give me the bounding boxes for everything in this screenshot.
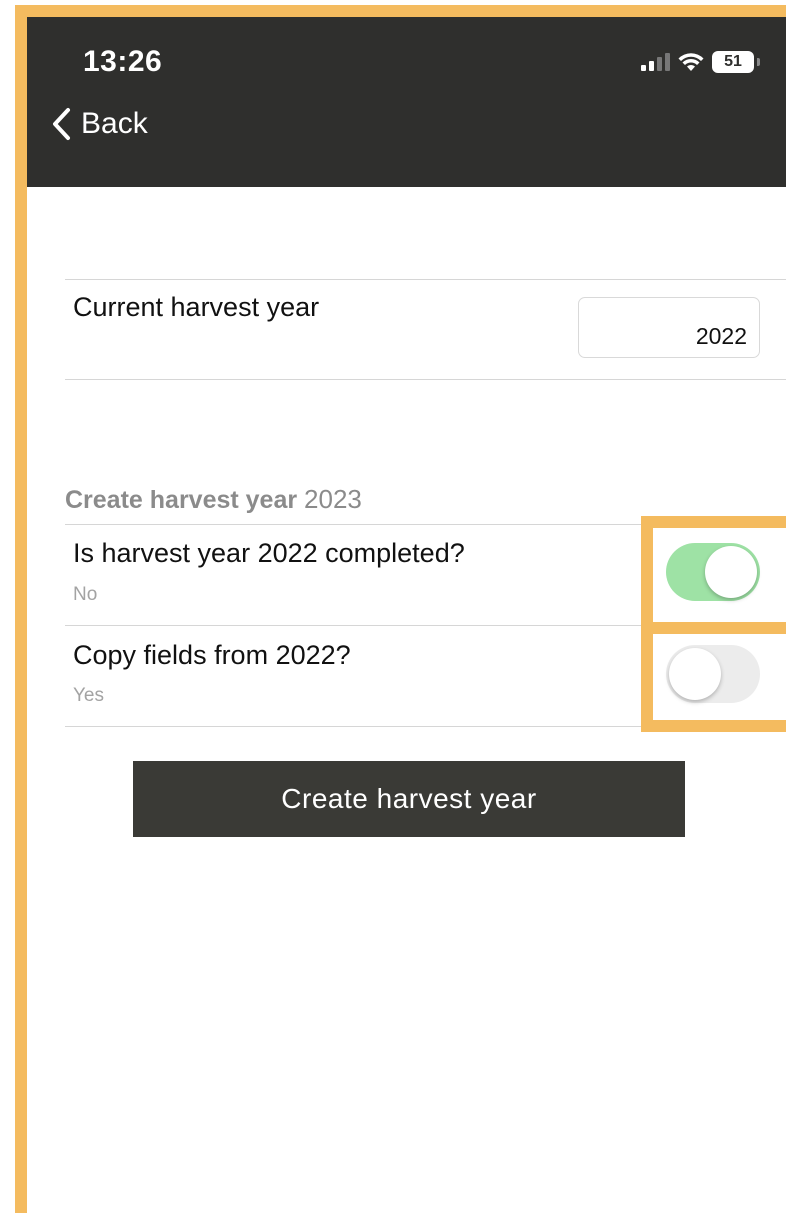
app-header: 13:26 51 Back [27,17,786,187]
create-harvest-year-button[interactable]: Create harvest year [133,761,685,837]
app-screen: 13:26 51 Back Current harvest year 2022 … [0,0,786,1213]
copy-fields-label: Copy fields from 2022? [73,640,351,670]
current-year-input[interactable] [578,297,760,358]
back-button[interactable]: Back [51,107,148,141]
toggle-highlight [641,622,786,732]
highlight-frame-top [15,5,786,17]
section-title-text: Create harvest year [65,486,298,514]
signal-icon [641,53,670,71]
section-title: Create harvest year 2023 [65,484,362,515]
battery-level: 51 [712,51,754,73]
status-icons: 51 [641,51,760,73]
status-time: 13:26 [83,45,163,78]
toggle-highlight [641,516,786,634]
completed-sub: No [73,584,98,605]
highlight-frame-left [15,5,27,1213]
back-label: Back [81,107,148,140]
divider [65,279,786,280]
section-title-year: 2023 [304,484,362,514]
current-year-label: Current harvest year [73,292,320,322]
battery-icon: 51 [712,51,760,73]
wifi-icon [678,53,704,71]
divider [65,379,786,380]
completed-label: Is harvest year 2022 completed? [73,538,465,568]
chevron-left-icon [53,108,70,140]
copy-fields-sub: Yes [73,685,104,706]
